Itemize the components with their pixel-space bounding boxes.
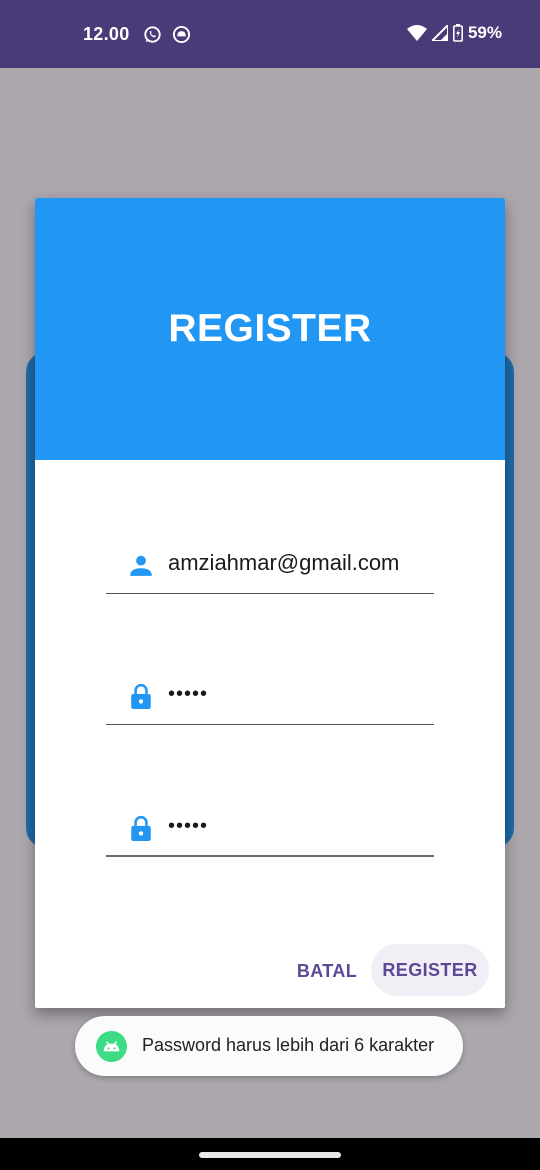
cancel-button[interactable]: BATAL [289,953,365,989]
battery-percent: 59% [467,23,502,42]
status-bar: 12.00 59% [0,0,540,68]
register-button[interactable]: REGISTER [371,944,489,996]
toast-message: Password harus lebih dari 6 karakter [142,1035,435,1055]
register-dialog: REGISTER amziahmar@gmail.com ••••• •••••… [35,198,505,1008]
lock-icon [131,815,151,841]
password-value[interactable]: ••••• [168,683,208,706]
lock-icon [131,683,151,709]
confirm-password-field[interactable]: ••••• [106,799,434,857]
email-underline [106,593,434,594]
password-field[interactable]: ••••• [106,667,434,725]
confirm-password-underline [106,855,434,857]
battery-icon [452,24,463,42]
signal-icon [431,25,448,41]
whatsapp-icon [144,26,161,43]
wifi-icon [406,25,427,41]
status-indicators: 59% [406,23,502,43]
email-field[interactable]: amziahmar@gmail.com [106,536,434,594]
password-underline [106,724,434,725]
toast: Password harus lebih dari 6 karakter [75,1016,463,1076]
confirm-password-value[interactable]: ••••• [168,815,208,838]
navigation-bar [0,1138,540,1170]
email-value[interactable]: amziahmar@gmail.com [168,550,399,576]
notification-app-icon [172,25,191,44]
home-handle[interactable] [199,1152,341,1158]
android-icon [96,1031,127,1062]
status-time: 12.00 [83,24,130,44]
dialog-header: REGISTER [35,198,505,460]
dialog-title: REGISTER [168,307,372,350]
person-icon [130,555,152,576]
